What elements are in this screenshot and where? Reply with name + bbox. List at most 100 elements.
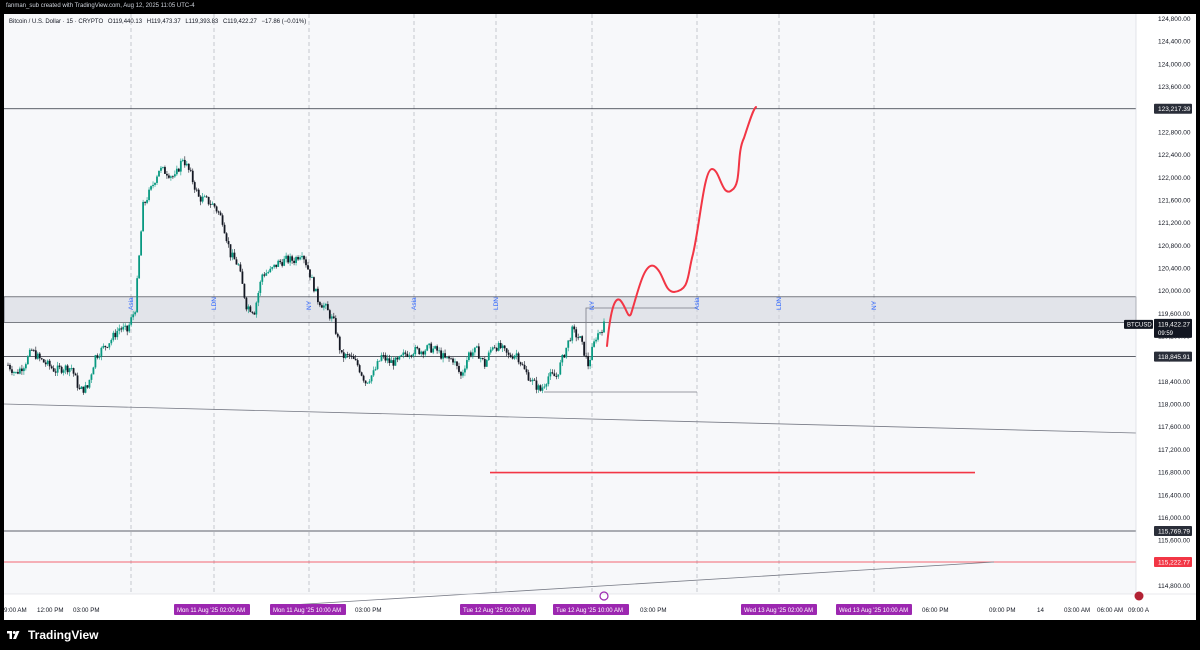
candle-body	[166, 173, 168, 176]
candle-body	[468, 352, 470, 361]
symbol-legend: Bitcoin / U.S. Dollar · 15 · CRYPTO O119…	[9, 18, 309, 26]
candle-body	[247, 306, 250, 310]
candle-body	[392, 360, 395, 366]
candle-body	[537, 385, 540, 390]
candle-body	[513, 355, 516, 359]
candle-body	[13, 372, 15, 373]
candle-body	[384, 355, 387, 361]
candle-body	[380, 355, 383, 361]
candle-body	[303, 255, 305, 260]
candle-body	[267, 272, 270, 274]
candle-body	[74, 373, 77, 376]
candle-body	[408, 355, 411, 357]
candle-body	[334, 318, 337, 334]
time-tick-label: 03:00 AM	[1064, 607, 1090, 614]
candle-body	[171, 176, 174, 178]
candle-body	[42, 359, 45, 363]
candle-body	[338, 336, 341, 351]
candle-body	[28, 349, 31, 357]
candle-body	[507, 352, 510, 355]
candle-body	[499, 342, 502, 349]
candle-body	[24, 364, 27, 369]
candle-body	[207, 196, 210, 205]
candle-body	[84, 385, 87, 393]
candle-body	[358, 365, 361, 373]
candle-body	[293, 260, 295, 263]
candle-body	[305, 259, 307, 266]
candle-body	[205, 196, 208, 198]
candle-body	[56, 365, 59, 373]
us-flag-icon	[1134, 591, 1144, 601]
candle-body	[402, 352, 405, 356]
candle-body	[388, 358, 391, 363]
candle-body	[273, 264, 276, 268]
candle-body	[543, 386, 546, 388]
candle-body	[434, 346, 437, 349]
candle-body	[70, 368, 73, 369]
candle-body	[430, 343, 433, 353]
candle-body	[469, 352, 472, 356]
candle-body	[372, 370, 375, 376]
candle-body	[589, 359, 591, 367]
candle-body	[366, 382, 369, 384]
candle-body	[50, 366, 53, 369]
candle-body	[229, 244, 232, 258]
candle-body	[301, 255, 303, 258]
candle-body	[591, 346, 593, 360]
candle-body	[104, 345, 107, 348]
price-tick-label: 118,000.00	[1158, 402, 1190, 409]
chart-area[interactable]: Asia LDN NY Asia LDN NY Asia LDN NY 124,800.00 12…	[4, 14, 1196, 620]
price-chart[interactable]: Asia LDN NY Asia LDN NY Asia LDN NY 124,800.00 12…	[4, 14, 1196, 620]
candle-body	[483, 359, 486, 367]
candle-body	[17, 371, 19, 374]
time-tick-label: 03:00 PM	[640, 607, 666, 614]
candle-body	[466, 360, 468, 369]
candle-body	[410, 355, 413, 357]
candle-body	[225, 233, 228, 242]
candle-body	[529, 380, 532, 382]
candle-body	[501, 345, 504, 349]
candle-body	[173, 174, 176, 177]
candle-body	[160, 167, 162, 171]
candle-body	[68, 368, 71, 373]
candle-body	[398, 356, 401, 360]
candle-body	[154, 182, 156, 185]
candle-body	[471, 352, 474, 356]
candle-body	[479, 358, 482, 359]
candle-body	[19, 368, 21, 374]
candle-body	[563, 354, 566, 358]
candle-body	[122, 326, 125, 330]
candle-body	[277, 260, 280, 267]
candle-body	[581, 336, 584, 342]
price-tick-label: 124,400.00	[1158, 39, 1191, 46]
current-symbol-badge: BTCUSD	[1127, 322, 1152, 328]
candle-body	[211, 203, 214, 205]
candle-body	[189, 169, 192, 171]
candle-body	[213, 203, 216, 207]
candle-body	[34, 350, 37, 359]
time-highlight-label: Wed 13 Aug '25 10:00 AM	[839, 608, 908, 614]
candle-body	[458, 365, 460, 372]
candle-body	[569, 340, 572, 342]
candle-body	[326, 304, 329, 311]
candle-body	[181, 159, 184, 161]
candle-body	[444, 353, 446, 358]
low2-level-badge: 115,222.77	[1158, 560, 1190, 567]
candle-body	[259, 281, 262, 293]
candle-body	[30, 349, 33, 351]
candle-body	[76, 375, 79, 388]
candle-body	[233, 252, 236, 260]
candle-body	[144, 201, 146, 203]
time-highlight-label: Mon 11 Aug '25 02:00 AM	[177, 608, 245, 614]
candle-body	[60, 366, 63, 373]
candle-body	[368, 381, 371, 383]
candle-body	[219, 212, 222, 216]
candle-body	[414, 347, 417, 355]
candle-body	[394, 357, 397, 366]
candle-body	[346, 354, 349, 355]
candle-body	[485, 360, 488, 367]
candle-body	[36, 353, 39, 359]
candle-body	[583, 341, 586, 356]
time-highlight-label: Wed 13 Aug '25 02:00 AM	[744, 608, 813, 614]
candle-body	[26, 356, 29, 365]
